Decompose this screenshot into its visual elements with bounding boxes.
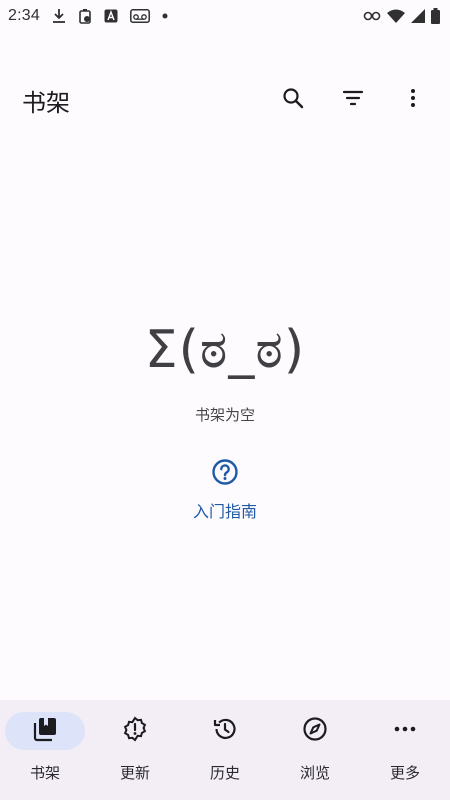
nav-label: 历史 xyxy=(209,764,240,782)
nav-active-indicator xyxy=(5,712,85,750)
nav-item-more[interactable]: 更多 xyxy=(360,712,450,783)
nav-label: 更多 xyxy=(389,764,420,782)
battery-saver-icon xyxy=(78,8,92,24)
getting-started-guide-button[interactable]: 入门指南 xyxy=(0,458,450,522)
a-letter-icon xyxy=(104,9,118,23)
wifi-icon xyxy=(387,9,405,23)
more-horiz-icon xyxy=(392,716,418,746)
top-actions xyxy=(270,77,436,123)
nav-label: 浏览 xyxy=(299,764,330,782)
nav-label: 书架 xyxy=(29,764,60,782)
page-title: 书架 xyxy=(22,88,70,117)
updates-badge-icon xyxy=(122,716,148,746)
bottom-navigation: 书架 更新 历史 浏览 更多 xyxy=(0,700,450,800)
nav-item-history[interactable]: 历史 xyxy=(180,712,270,783)
dot-icon xyxy=(162,13,168,19)
search-icon xyxy=(281,86,305,114)
search-button[interactable] xyxy=(270,77,316,123)
key-icon xyxy=(363,10,381,22)
filter-button[interactable] xyxy=(330,77,376,123)
signal-icon xyxy=(411,9,425,23)
top-app-bar: 书架 xyxy=(0,64,450,136)
nav-item-library[interactable]: 书架 xyxy=(0,712,90,783)
library-icon xyxy=(32,716,58,746)
empty-state: Σ(ಠ_ಠ) 书架为空 xyxy=(0,318,450,425)
help-circle-icon xyxy=(211,458,239,490)
more-vert-icon xyxy=(401,86,425,114)
more-options-button[interactable] xyxy=(390,77,436,123)
battery-icon xyxy=(431,8,440,24)
history-icon xyxy=(212,716,238,746)
status-time: 2:34 xyxy=(8,7,40,24)
empty-message: 书架为空 xyxy=(194,406,255,424)
nav-item-browse[interactable]: 浏览 xyxy=(270,712,360,783)
status-bar: 2:34 xyxy=(0,0,450,32)
download-icon xyxy=(52,8,66,24)
status-right xyxy=(363,8,440,24)
nav-label: 更新 xyxy=(119,764,150,782)
filter-icon xyxy=(341,86,365,114)
voicemail-icon xyxy=(130,9,150,23)
screen: 2:34 书架 Σ(ಠ_ಠ) 书架为空 入门指南 书架 更新 历史 浏览 更多 xyxy=(0,0,450,800)
empty-kaomoji: Σ(ಠ_ಠ) xyxy=(144,320,306,380)
nav-item-updates[interactable]: 更新 xyxy=(90,712,180,783)
compass-icon xyxy=(302,716,328,746)
status-left: 2:34 xyxy=(8,7,168,25)
guide-label: 入门指南 xyxy=(192,502,257,521)
